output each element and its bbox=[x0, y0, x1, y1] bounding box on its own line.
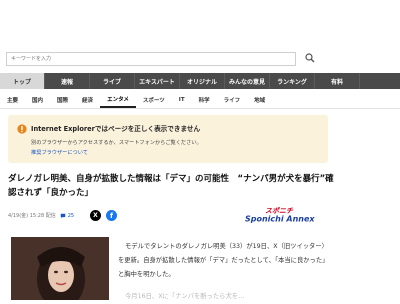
subnav-item-life[interactable]: ライフ bbox=[217, 92, 248, 108]
subnav-item-main[interactable]: 主要 bbox=[0, 92, 25, 108]
share-facebook-icon[interactable]: f bbox=[106, 210, 117, 221]
subnav-item-sports[interactable]: スポーツ bbox=[136, 92, 172, 108]
nav-item-ranking[interactable]: ランキング bbox=[270, 73, 315, 89]
subnav-item-science[interactable]: 科学 bbox=[192, 92, 217, 108]
share-x-icon[interactable]: X bbox=[90, 210, 101, 221]
warning-message: 別のブラウザーからアクセスするか、スマートフォンからご覧ください。 bbox=[31, 140, 202, 146]
article-paragraph: モデルでタレントのダレノガレ明美（33）が19日、X（旧ツイッター）を更新。自身… bbox=[118, 243, 329, 278]
search-input[interactable] bbox=[7, 53, 303, 65]
browser-warning-banner: Internet Explorerではページを正しく表示できません 別のブラウザ… bbox=[8, 115, 328, 163]
article-meta: 4/19(金) 15:28 配信 25 bbox=[8, 212, 74, 220]
subnav-item-international[interactable]: 国際 bbox=[50, 92, 75, 108]
search-icon[interactable] bbox=[305, 53, 315, 63]
category-nav: 主要 国内 国際 経済 エンタメ スポーツ IT 科学 ライフ 地域 bbox=[0, 92, 400, 109]
subnav-item-entertainment[interactable]: エンタメ bbox=[100, 92, 136, 108]
top-whitespace bbox=[0, 0, 400, 44]
subnav-item-economy[interactable]: 経済 bbox=[75, 92, 100, 108]
comment-count[interactable]: 25 bbox=[68, 213, 74, 219]
article-title: ダレノガレ明美、自身が拡散した情報は「デマ」の可能性 “ナンパ男が犬を暴行”確認… bbox=[8, 174, 334, 198]
warning-icon bbox=[17, 124, 27, 134]
article-body: モデルでタレントのダレノガレ明美（33）が19日、X（旧ツイッター）を更新。自身… bbox=[118, 240, 333, 304]
comment-icon[interactable] bbox=[60, 213, 66, 219]
recommended-browsers-link[interactable]: 推奨ブラウザーについて bbox=[31, 149, 88, 156]
subnav-item-it[interactable]: IT bbox=[172, 92, 192, 108]
nav-item-opinion[interactable]: みんなの意見 bbox=[225, 73, 270, 89]
nav-item-original[interactable]: オリジナル bbox=[180, 73, 225, 89]
subnav-item-region[interactable]: 地域 bbox=[247, 92, 272, 108]
search-box[interactable] bbox=[6, 52, 303, 66]
nav-item-paid[interactable]: 有料 bbox=[315, 73, 360, 89]
sponichi-annex-logo[interactable]: スポニチ Sponichi Annex bbox=[243, 206, 327, 223]
subnav-item-domestic[interactable]: 国内 bbox=[25, 92, 50, 108]
article-photo[interactable] bbox=[11, 237, 109, 300]
nav-item-top[interactable]: トップ bbox=[0, 73, 45, 89]
nav-item-live[interactable]: ライブ bbox=[90, 73, 135, 89]
nav-item-expert[interactable]: エキスパート bbox=[135, 73, 180, 89]
nav-item-news-flash[interactable]: 速報 bbox=[45, 73, 90, 89]
warning-title: Internet Explorerではページを正しく表示できません bbox=[31, 125, 201, 133]
svg-text:Sponichi Annex: Sponichi Annex bbox=[245, 215, 315, 224]
main-nav: トップ 速報 ライブ エキスパート オリジナル みんなの意見 ランキング 有料 bbox=[0, 73, 400, 89]
article-paragraph-faded: 今月16日、Xに「ナンパを断ったら犬を… bbox=[125, 293, 245, 300]
publish-date: 4/19(金) 15:28 配信 bbox=[8, 213, 56, 219]
